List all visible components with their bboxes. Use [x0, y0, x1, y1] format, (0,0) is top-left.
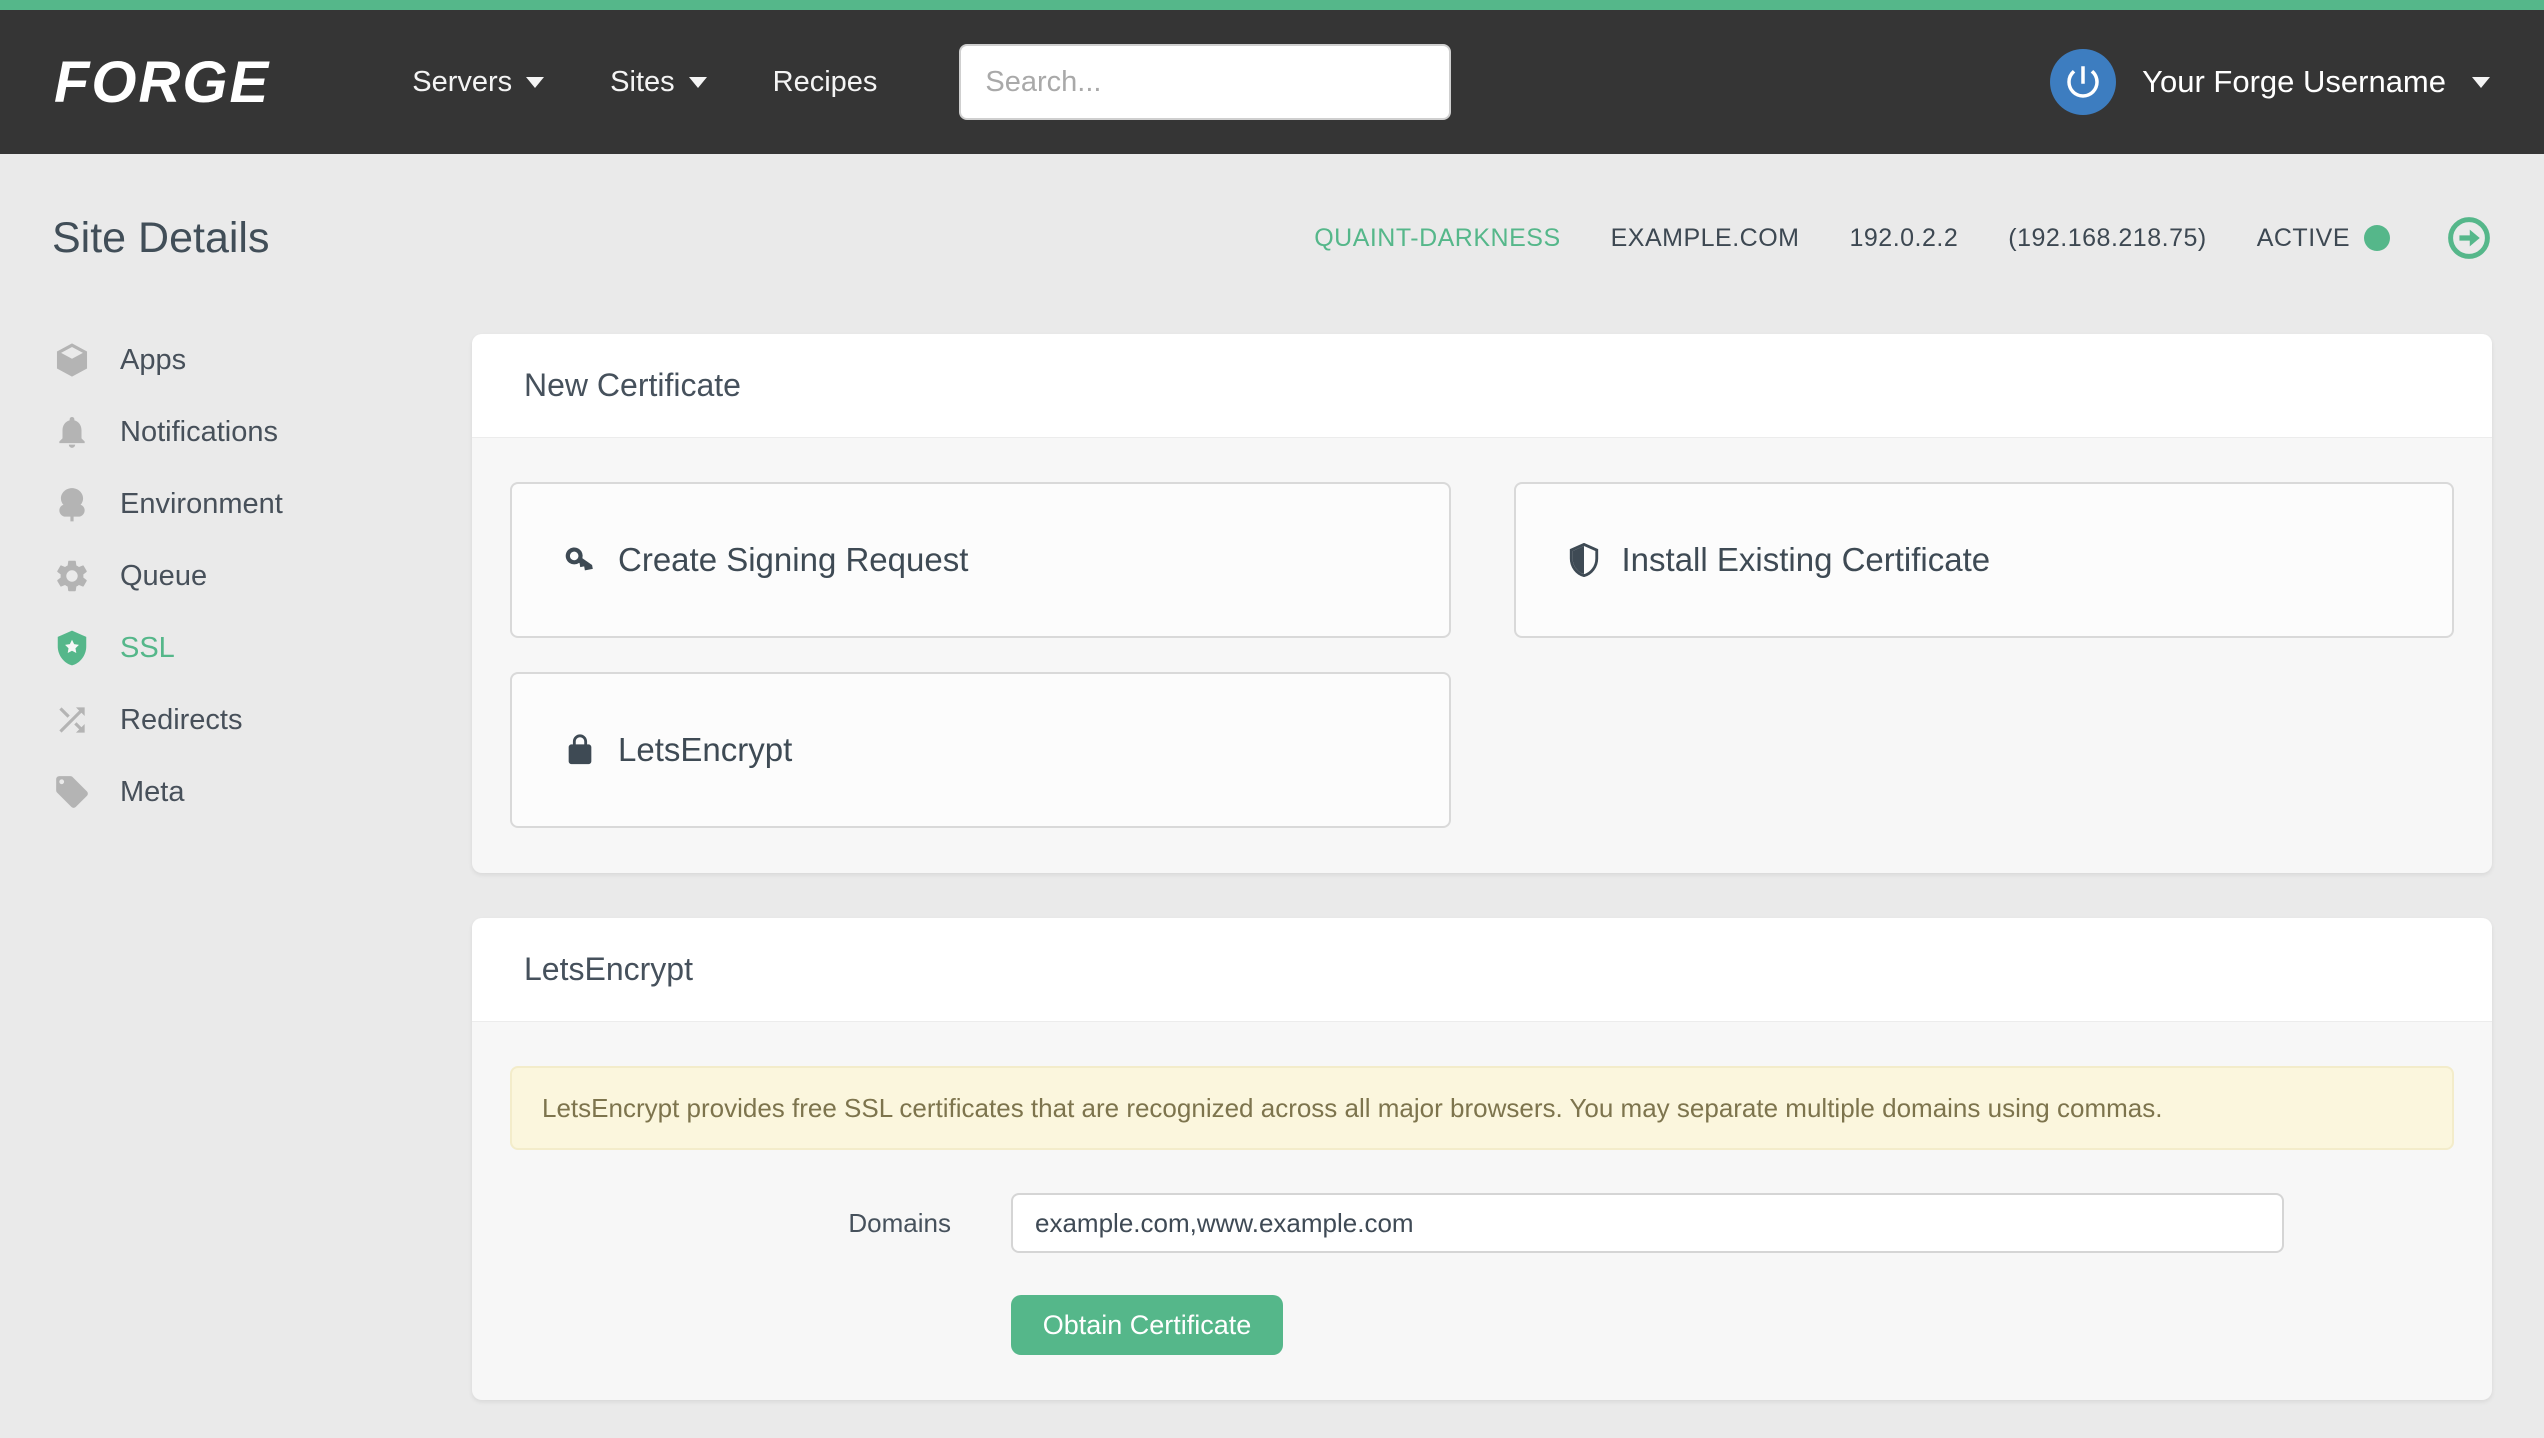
panel-title: New Certificate	[472, 334, 2492, 438]
nav-item-label: Sites	[610, 66, 674, 99]
forge-app: FORGE Servers Sites Recipes Your Forge U…	[0, 0, 2544, 1438]
key-icon	[562, 542, 598, 578]
sidebar-item-environment[interactable]: Environment	[52, 468, 472, 540]
sidebar-item-label: Environment	[120, 488, 283, 521]
domains-label: Domains	[510, 1208, 1011, 1239]
avatar	[2050, 49, 2116, 115]
info-banner: LetsEncrypt provides free SSL certificat…	[510, 1066, 2454, 1150]
main-content: New Certificate Create Signing Request	[472, 322, 2492, 1400]
status-label: ACTIVE	[2257, 224, 2350, 253]
nav-item-sites[interactable]: Sites	[610, 66, 706, 99]
sidebar-item-label: Notifications	[120, 416, 278, 449]
chevron-down-icon	[526, 77, 544, 88]
primary-nav: Servers Sites Recipes	[412, 66, 877, 99]
server-name-link[interactable]: QUAINT-DARKNESS	[1314, 224, 1560, 253]
sidebar-item-notifications[interactable]: Notifications	[52, 396, 472, 468]
navbar: FORGE Servers Sites Recipes Your Forge U…	[0, 10, 2544, 154]
site-meta-bar: QUAINT-DARKNESS EXAMPLE.COM 192.0.2.2 (1…	[1314, 215, 2492, 261]
username-label: Your Forge Username	[2142, 64, 2446, 100]
sidebar-item-label: Queue	[120, 560, 207, 593]
page-header: Site Details QUAINT-DARKNESS EXAMPLE.COM…	[52, 154, 2492, 322]
nav-item-recipes[interactable]: Recipes	[773, 66, 878, 99]
certificate-options: Create Signing Request Install Existing	[510, 482, 2454, 828]
chevron-down-icon	[689, 77, 707, 88]
letsencrypt-body: LetsEncrypt provides free SSL certificat…	[472, 1022, 2492, 1400]
sidebar-item-label: SSL	[120, 632, 175, 665]
domains-field-row: Domains	[510, 1193, 2454, 1253]
forge-logo: FORGE	[54, 49, 270, 116]
tag-icon	[52, 772, 92, 812]
letsencrypt-panel: LetsEncrypt LetsEncrypt provides free SS…	[472, 918, 2492, 1400]
sidebar-item-meta[interactable]: Meta	[52, 756, 472, 828]
sidebar-item-redirects[interactable]: Redirects	[52, 684, 472, 756]
obtain-certificate-button[interactable]: Obtain Certificate	[1011, 1295, 1283, 1355]
page-title: Site Details	[52, 214, 269, 263]
button-label: Install Existing Certificate	[1622, 541, 1991, 579]
sidebar-item-ssl[interactable]: SSL	[52, 612, 472, 684]
user-menu[interactable]: Your Forge Username	[2050, 49, 2490, 115]
nav-item-servers[interactable]: Servers	[412, 66, 544, 99]
search-input[interactable]	[959, 44, 1451, 120]
new-certificate-panel: New Certificate Create Signing Request	[472, 334, 2492, 873]
lock-icon	[562, 732, 598, 768]
domains-input[interactable]	[1011, 1193, 2284, 1253]
shield-half-icon	[1566, 542, 1602, 578]
shuffle-icon	[52, 700, 92, 740]
letsencrypt-button[interactable]: LetsEncrypt	[510, 672, 1451, 828]
public-ip-label: 192.0.2.2	[1850, 224, 1959, 253]
new-certificate-body: Create Signing Request Install Existing	[472, 438, 2492, 873]
submit-row: Obtain Certificate	[510, 1295, 2454, 1355]
private-ip-label: (192.168.218.75)	[2008, 224, 2206, 253]
page: Site Details QUAINT-DARKNESS EXAMPLE.COM…	[0, 154, 2544, 1400]
sidebar-item-apps[interactable]: Apps	[52, 324, 472, 396]
nav-item-label: Servers	[412, 66, 512, 99]
panel-title: LetsEncrypt	[472, 918, 2492, 1022]
status-dot-icon	[2364, 225, 2390, 251]
sidebar-item-label: Redirects	[120, 704, 243, 737]
bell-icon	[52, 412, 92, 452]
button-label: LetsEncrypt	[618, 731, 792, 769]
sidebar-item-label: Apps	[120, 344, 186, 377]
site-domain-label: EXAMPLE.COM	[1611, 224, 1800, 253]
install-existing-certificate-button[interactable]: Install Existing Certificate	[1514, 482, 2455, 638]
sidebar-item-label: Meta	[120, 776, 184, 809]
shield-star-icon	[52, 628, 92, 668]
box-icon	[52, 340, 92, 380]
tree-icon	[52, 484, 92, 524]
sidebar: Apps Notifications Environment	[52, 322, 472, 828]
chevron-down-icon	[2472, 77, 2490, 88]
status-badge: ACTIVE	[2257, 224, 2390, 253]
sidebar-item-queue[interactable]: Queue	[52, 540, 472, 612]
gear-icon	[52, 556, 92, 596]
content: Apps Notifications Environment	[52, 322, 2492, 1400]
create-signing-request-button[interactable]: Create Signing Request	[510, 482, 1451, 638]
power-icon	[2062, 61, 2104, 103]
nav-item-label: Recipes	[773, 66, 878, 99]
button-label: Create Signing Request	[618, 541, 968, 579]
top-accent-strip	[0, 0, 2544, 10]
arrow-circle-right-icon[interactable]	[2446, 215, 2492, 261]
